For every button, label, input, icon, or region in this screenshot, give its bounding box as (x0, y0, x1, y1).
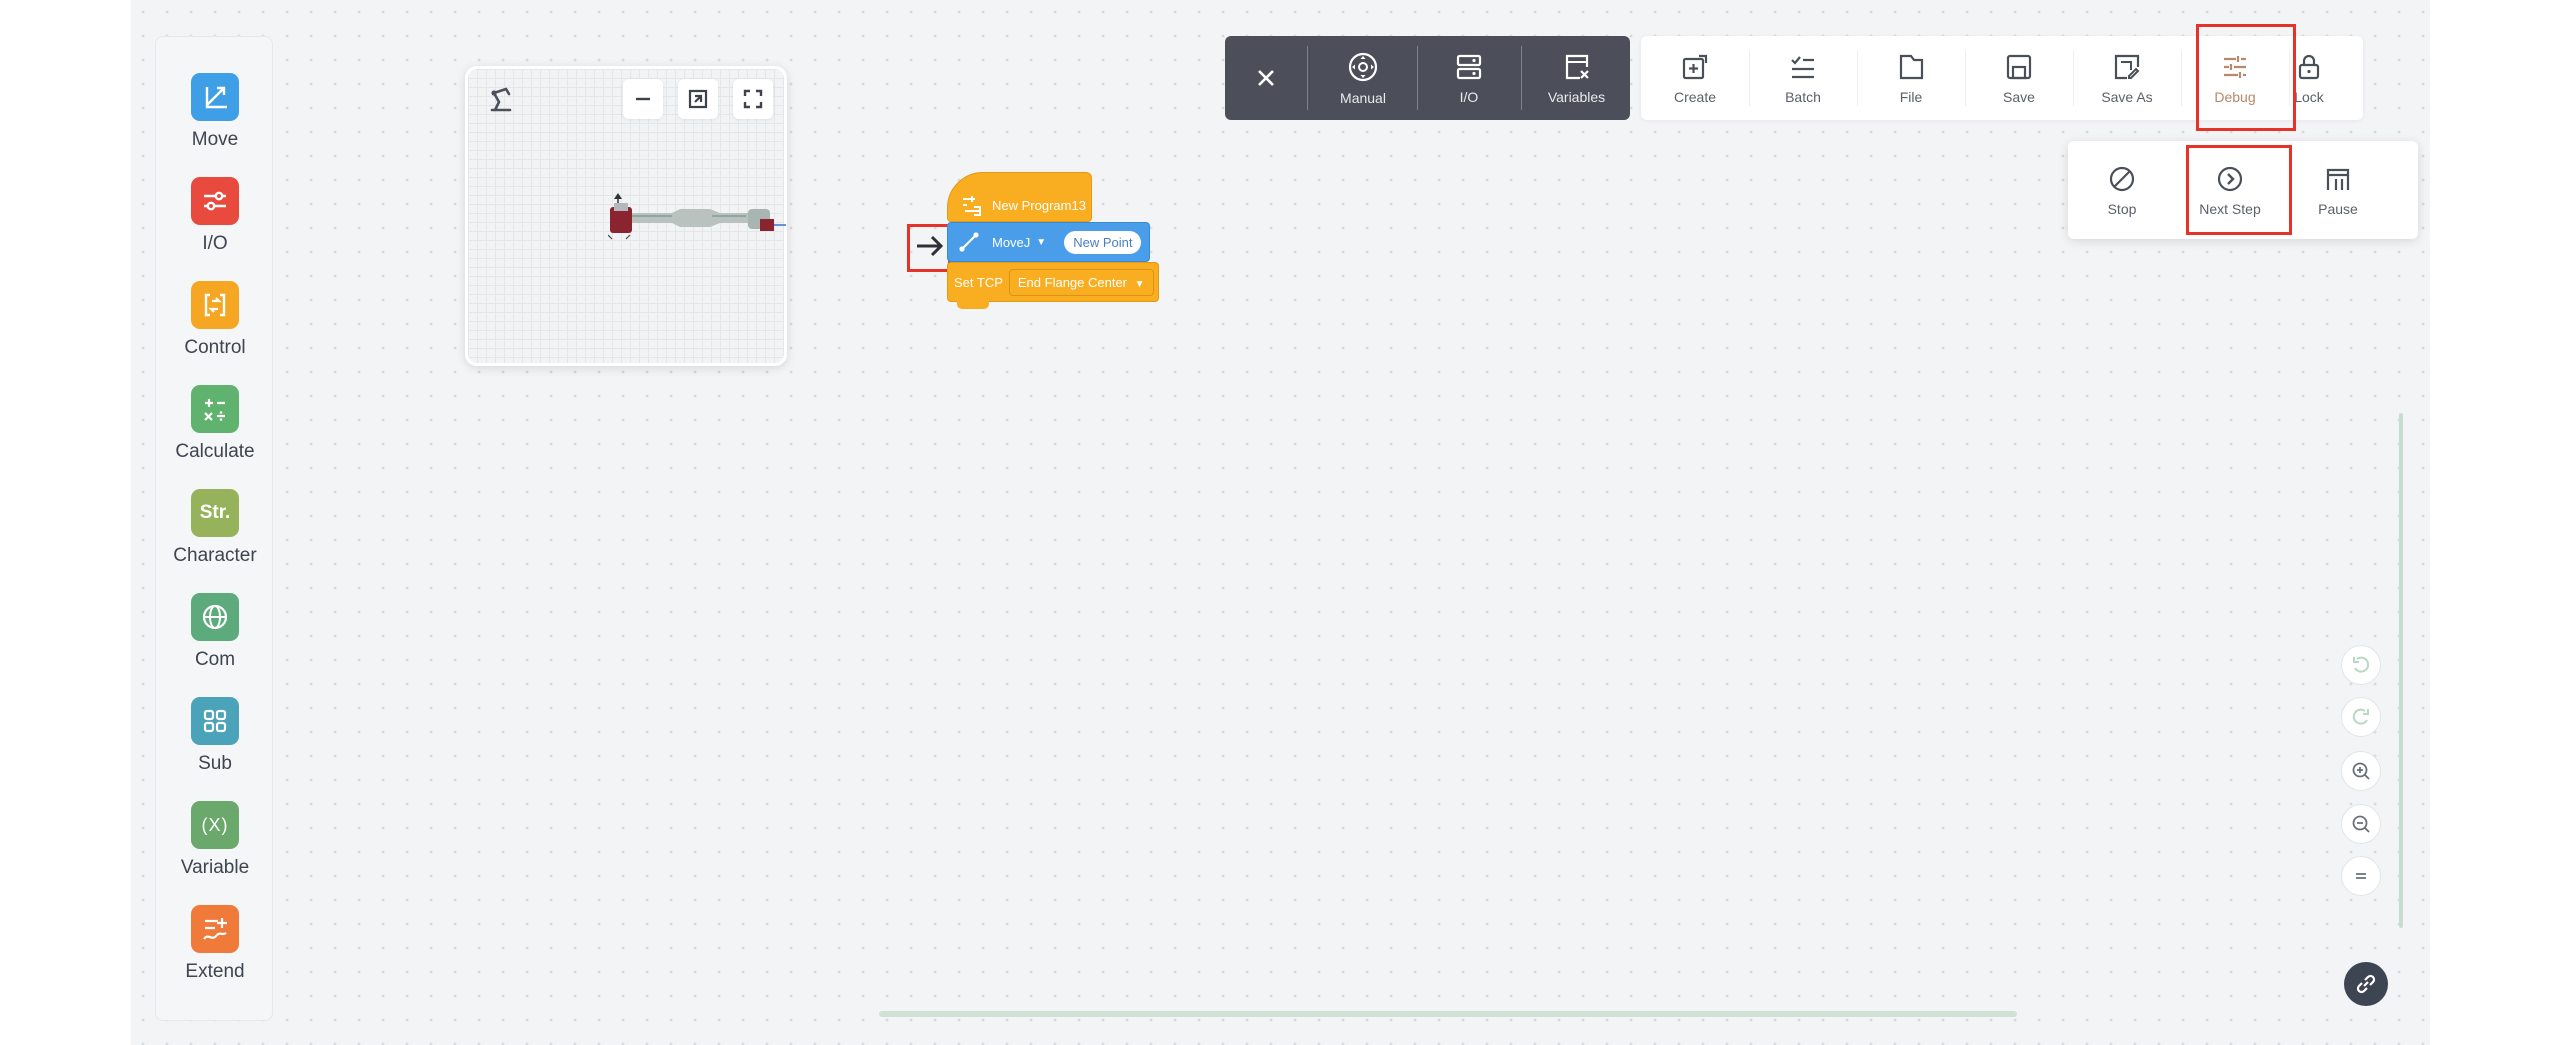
palette-sub[interactable]: Sub (156, 697, 274, 797)
undo-button[interactable] (2341, 645, 2381, 685)
block-palette: Move I/O Control Calculate Str. Characte… (155, 36, 273, 1021)
minus-icon (636, 97, 650, 101)
reset-zoom-button[interactable] (2341, 856, 2381, 896)
palette-io[interactable]: I/O (156, 177, 274, 277)
move-path-icon (959, 232, 979, 252)
vertical-scrollbar[interactable] (2399, 413, 2403, 928)
manual-button[interactable]: Manual (1309, 36, 1417, 120)
zoom-in-icon (2352, 762, 2370, 780)
variables-button[interactable]: Variables (1523, 36, 1630, 120)
zoom-out-icon (2352, 815, 2370, 833)
chevron-down-icon: ▼ (1134, 278, 1145, 290)
program-start-block[interactable]: New Program13 (947, 172, 1092, 222)
lock-icon (2298, 54, 2320, 79)
io-icon (191, 177, 239, 225)
file-button[interactable]: File (1857, 36, 1965, 120)
set-tcp-block[interactable]: Set TCP End Flange Center ▼ (947, 262, 1159, 302)
globe-icon (191, 593, 239, 641)
robot-model-image (608, 193, 786, 240)
create-button[interactable]: Create (1641, 36, 1749, 120)
zoom-in-button[interactable] (2341, 751, 2381, 791)
redo-button[interactable] (2341, 697, 2381, 737)
close-icon (1258, 70, 1274, 86)
link-icon (2356, 974, 2376, 994)
movej-block[interactable]: MoveJ ▼ New Point (947, 222, 1150, 262)
tcp-dropdown[interactable]: End Flange Center ▼ (1008, 268, 1154, 296)
current-step-arrow-icon (917, 235, 944, 257)
save-as-button[interactable]: Save As (2073, 36, 2181, 120)
undo-icon (2353, 656, 2370, 673)
save-icon (2006, 54, 2032, 79)
zoom-out-button[interactable] (2341, 804, 2381, 844)
main-toolbar: Create Batch File Save Save As Debug Loc… (1641, 36, 2363, 120)
robot-3d-preview[interactable] (465, 66, 787, 366)
next-step-button[interactable]: Next Step (2176, 141, 2284, 239)
robot-arm-icon[interactable] (486, 83, 518, 120)
close-button[interactable] (1225, 36, 1307, 120)
chevron-down-icon: ▼ (1036, 236, 1047, 248)
top-dark-toolbar: Manual I/O Variables (1225, 36, 1630, 120)
palette-com[interactable]: Com (156, 593, 274, 693)
io-panel-button[interactable]: I/O (1419, 36, 1519, 120)
horizontal-scrollbar[interactable] (879, 1011, 2017, 1017)
character-icon: Str. (191, 489, 239, 537)
fullscreen-icon (743, 89, 763, 109)
pause-button[interactable]: Pause (2284, 141, 2392, 239)
io-panel-icon (1456, 54, 1482, 79)
variables-icon (1565, 54, 1589, 79)
minimize-button[interactable] (623, 79, 663, 119)
next-step-icon (2217, 166, 2243, 191)
stop-button[interactable]: Stop (2068, 141, 2176, 239)
save-as-icon (2114, 54, 2140, 79)
point-selector[interactable]: New Point (1064, 230, 1142, 254)
palette-control[interactable]: Control (156, 281, 274, 381)
batch-button[interactable]: Batch (1749, 36, 1857, 120)
reset-view-button[interactable] (678, 79, 718, 119)
equals-icon (2356, 873, 2366, 879)
grid-icon (191, 697, 239, 745)
debug-icon (2224, 55, 2246, 78)
pause-icon (2326, 168, 2350, 190)
move-icon (191, 73, 239, 121)
program-icon (963, 196, 981, 216)
palette-character[interactable]: Str. Character (156, 489, 274, 589)
create-icon (1682, 54, 1708, 79)
connection-button[interactable] (2344, 962, 2388, 1006)
palette-move[interactable]: Move (156, 73, 274, 173)
palette-calculate[interactable]: Calculate (156, 385, 274, 485)
palette-extend[interactable]: Extend (156, 905, 274, 1005)
save-button[interactable]: Save (1965, 36, 2073, 120)
file-icon (1899, 54, 1924, 79)
palette-variable[interactable]: (X) Variable (156, 801, 274, 901)
fullscreen-button[interactable] (733, 79, 773, 119)
debug-menu: Stop Next Step Pause (2068, 141, 2418, 239)
stop-icon (2109, 166, 2135, 191)
batch-icon (1791, 55, 1814, 78)
calculate-icon (191, 385, 239, 433)
control-icon (191, 281, 239, 329)
redo-icon (2352, 708, 2369, 725)
joystick-icon (1348, 52, 1378, 81)
extend-icon (191, 905, 239, 953)
lock-button[interactable]: Lock (2255, 36, 2363, 120)
move-type-dropdown[interactable]: MoveJ (992, 235, 1030, 250)
variable-icon: (X) (191, 801, 239, 849)
reset-view-icon (688, 89, 708, 109)
